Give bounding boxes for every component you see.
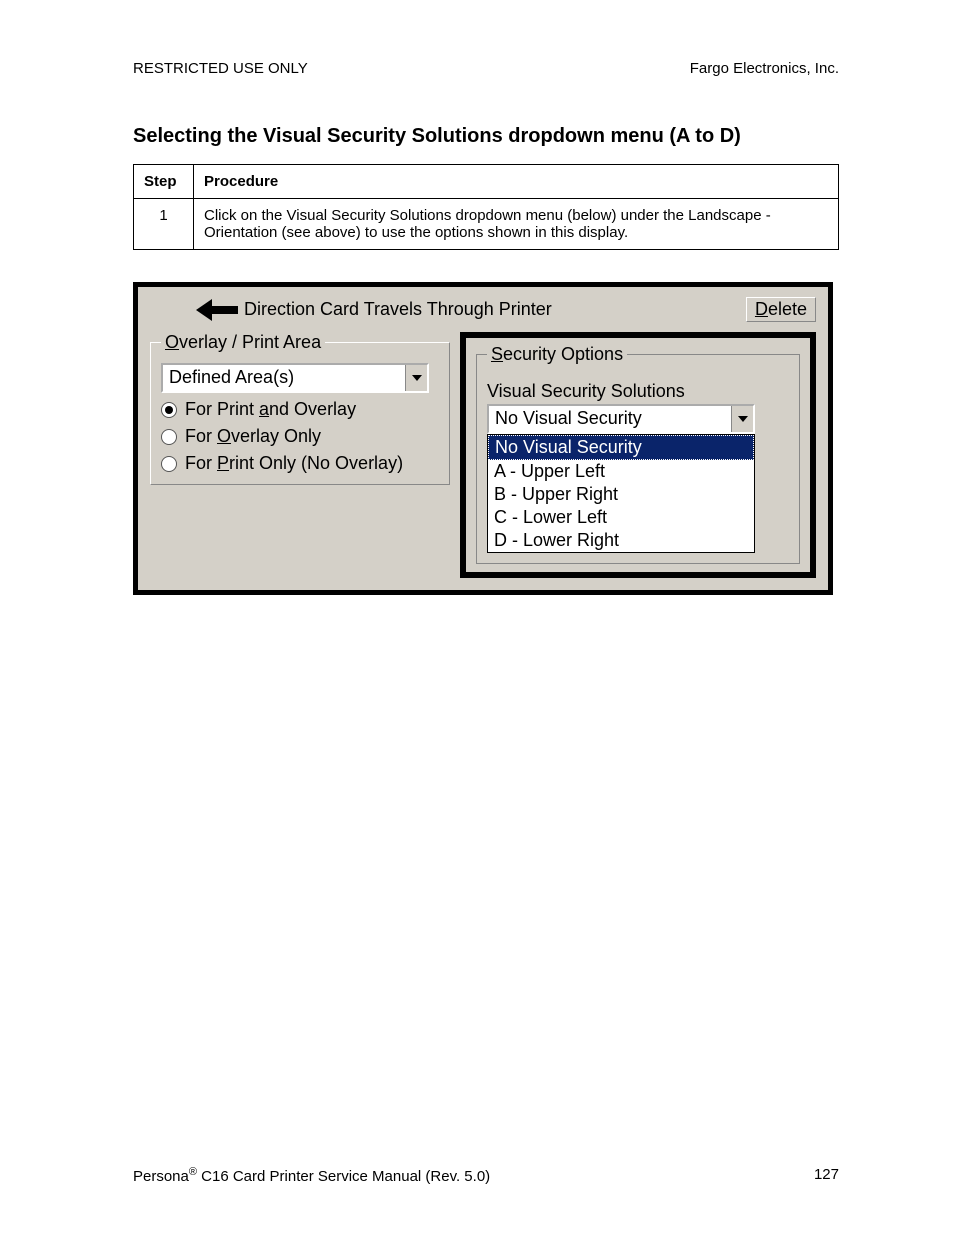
chevron-down-icon[interactable] (405, 365, 427, 391)
overlay-legend: Overlay / Print Area (161, 332, 325, 353)
list-item[interactable]: D - Lower Right (488, 529, 754, 552)
security-combo[interactable]: No Visual Security (487, 404, 755, 434)
header-right: Fargo Electronics, Inc. (690, 60, 839, 77)
col-proc: Procedure (194, 165, 839, 199)
direction-label: Direction Card Travels Through Printer (244, 299, 552, 320)
radio-icon (161, 402, 177, 418)
security-listbox[interactable]: No Visual Security A - Upper Left B - Up… (487, 434, 755, 553)
overlay-combo-value: Defined Area(s) (163, 365, 405, 391)
section-title: Selecting the Visual Security Solutions … (133, 125, 839, 148)
security-group: Security Options Visual Security Solutio… (476, 344, 800, 564)
footer-left: Persona® C16 Card Printer Service Manual… (133, 1166, 490, 1185)
overlay-group: Overlay / Print Area Defined Area(s) For… (150, 332, 450, 485)
list-item[interactable]: C - Lower Left (488, 506, 754, 529)
arrow-left-icon (196, 299, 238, 321)
page-number: 127 (814, 1166, 839, 1185)
procedure-table: Step Procedure 1 Click on the Visual Sec… (133, 164, 839, 250)
chevron-down-icon[interactable] (731, 406, 753, 432)
security-combo-value: No Visual Security (489, 406, 731, 432)
delete-rest: elete (768, 299, 807, 319)
col-step: Step (134, 165, 194, 199)
radio-icon (161, 456, 177, 472)
security-group-highlight: Security Options Visual Security Solutio… (460, 332, 816, 578)
overlay-combo[interactable]: Defined Area(s) (161, 363, 429, 393)
dialog-screenshot: Direction Card Travels Through Printer D… (133, 282, 833, 595)
radio-overlay-only[interactable]: For Overlay Only (161, 426, 439, 447)
header-left: RESTRICTED USE ONLY (133, 60, 308, 77)
list-item[interactable]: A - Upper Left (488, 460, 754, 483)
radio-print-only[interactable]: For Print Only (No Overlay) (161, 453, 439, 474)
security-subtitle: Visual Security Solutions (487, 381, 789, 402)
radio-print-and-overlay[interactable]: For Print and Overlay (161, 399, 439, 420)
list-item[interactable]: B - Upper Right (488, 483, 754, 506)
delete-mnemonic: D (755, 299, 768, 319)
radio-icon (161, 429, 177, 445)
list-item[interactable]: No Visual Security (488, 435, 754, 460)
step-number: 1 (134, 199, 194, 250)
delete-button[interactable]: Delete (746, 297, 816, 322)
security-legend: Security Options (487, 344, 627, 365)
step-text: Click on the Visual Security Solutions d… (194, 199, 839, 250)
table-row: 1 Click on the Visual Security Solutions… (134, 199, 839, 250)
